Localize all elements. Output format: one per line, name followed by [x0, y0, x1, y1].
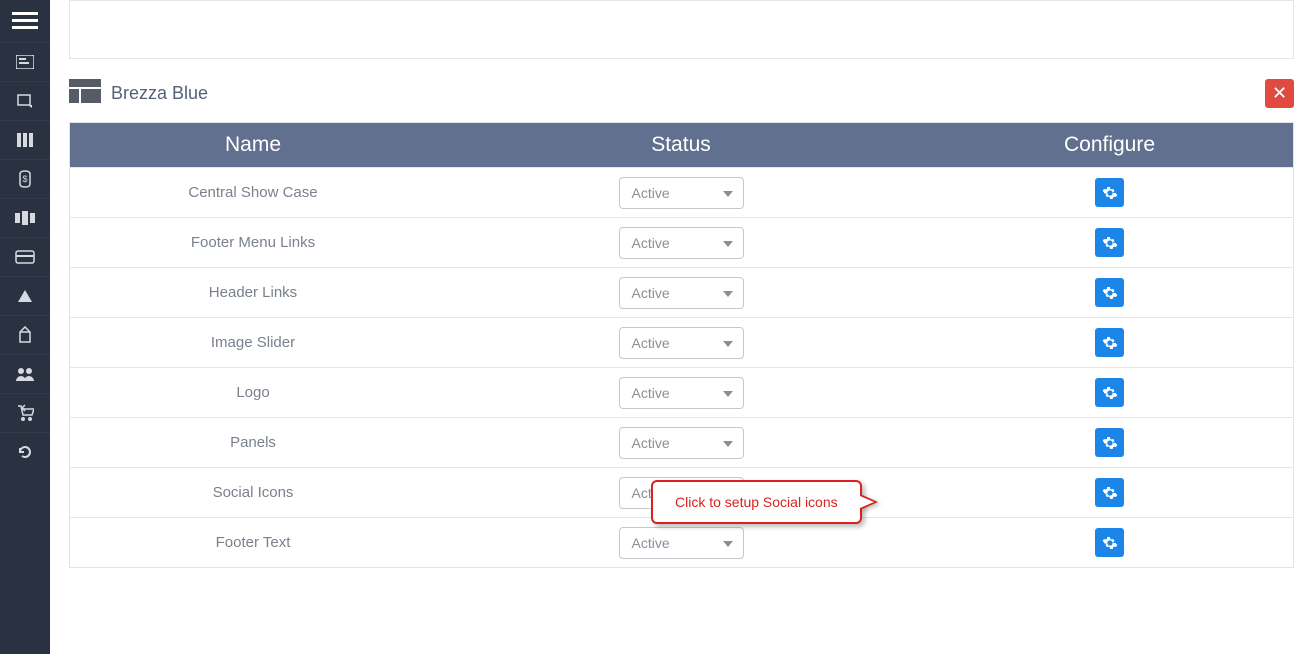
- nav-item-7[interactable]: [0, 276, 50, 315]
- header-configure: Configure: [926, 133, 1293, 157]
- callout-text: Click to setup Social icons: [675, 494, 838, 510]
- gear-icon: [1102, 385, 1118, 401]
- table-row: Logo Active: [70, 367, 1293, 417]
- row-name: Panels: [70, 434, 436, 451]
- row-name: Social Icons: [70, 484, 436, 501]
- nav-item-3[interactable]: [0, 120, 50, 159]
- gear-icon: [1102, 485, 1118, 501]
- panel-header: Brezza Blue ✕: [69, 79, 1294, 108]
- gear-icon: [1102, 235, 1118, 251]
- table-row: Central Show Case Active: [70, 167, 1293, 217]
- configure-button[interactable]: [1095, 228, 1124, 257]
- nav-item-11[interactable]: [0, 432, 50, 471]
- status-value: Active: [632, 435, 670, 451]
- status-select[interactable]: Active: [619, 427, 744, 459]
- status-select[interactable]: Active: [619, 527, 744, 559]
- svg-text:$: $: [22, 174, 27, 184]
- status-select[interactable]: Active: [619, 277, 744, 309]
- row-name: Image Slider: [70, 334, 436, 351]
- header-name: Name: [70, 133, 436, 157]
- nav-item-1[interactable]: [0, 42, 50, 81]
- layout-icon: [69, 79, 101, 108]
- row-name: Footer Text: [70, 534, 436, 551]
- theme-title: Brezza Blue: [111, 83, 208, 104]
- table-row: Social Icons Active Click to setup Socia…: [70, 467, 1293, 517]
- nav-item-8[interactable]: [0, 315, 50, 354]
- configure-button[interactable]: [1095, 178, 1124, 207]
- configure-button[interactable]: [1095, 478, 1124, 507]
- configure-button[interactable]: [1095, 528, 1124, 557]
- gear-icon: [1102, 285, 1118, 301]
- table-row: Footer Text Active: [70, 517, 1293, 567]
- status-value: Active: [632, 335, 670, 351]
- status-select[interactable]: Active: [619, 227, 744, 259]
- gear-icon: [1102, 535, 1118, 551]
- close-button[interactable]: ✕: [1265, 79, 1294, 108]
- row-name: Logo: [70, 384, 436, 401]
- table-row: Image Slider Active: [70, 317, 1293, 367]
- menu-toggle[interactable]: [0, 0, 50, 42]
- row-name: Footer Menu Links: [70, 234, 436, 251]
- table-header: Name Status Configure: [70, 123, 1293, 167]
- status-value: Active: [632, 535, 670, 551]
- status-value: Active: [632, 185, 670, 201]
- header-status: Status: [436, 133, 926, 157]
- nav-item-5[interactable]: [0, 198, 50, 237]
- configure-button[interactable]: [1095, 278, 1124, 307]
- status-select[interactable]: Active: [619, 327, 744, 359]
- table-row: Footer Menu Links Active: [70, 217, 1293, 267]
- nav-item-6[interactable]: [0, 237, 50, 276]
- table-row: Panels Active: [70, 417, 1293, 467]
- tooltip-callout: Click to setup Social icons: [651, 480, 862, 524]
- gear-icon: [1102, 435, 1118, 451]
- status-select[interactable]: Active: [619, 177, 744, 209]
- configure-button[interactable]: [1095, 378, 1124, 407]
- nav-item-4[interactable]: $: [0, 159, 50, 198]
- configure-button[interactable]: [1095, 328, 1124, 357]
- components-table: Name Status Configure Central Show Case …: [69, 122, 1294, 568]
- status-value: Active: [632, 385, 670, 401]
- status-value: Active: [632, 235, 670, 251]
- gear-icon: [1102, 185, 1118, 201]
- status-select[interactable]: Active: [619, 377, 744, 409]
- gear-icon: [1102, 335, 1118, 351]
- main-content: Brezza Blue ✕ Name Status Configure Cent…: [50, 0, 1313, 654]
- nav-item-10[interactable]: [0, 393, 50, 432]
- row-name: Header Links: [70, 284, 436, 301]
- configure-button[interactable]: [1095, 428, 1124, 457]
- nav-item-2[interactable]: [0, 81, 50, 120]
- nav-item-9[interactable]: [0, 354, 50, 393]
- row-name: Central Show Case: [70, 184, 436, 201]
- table-row: Header Links Active: [70, 267, 1293, 317]
- top-card: [69, 0, 1294, 59]
- sidebar: $: [0, 0, 50, 654]
- status-value: Active: [632, 285, 670, 301]
- close-icon: ✕: [1272, 83, 1287, 104]
